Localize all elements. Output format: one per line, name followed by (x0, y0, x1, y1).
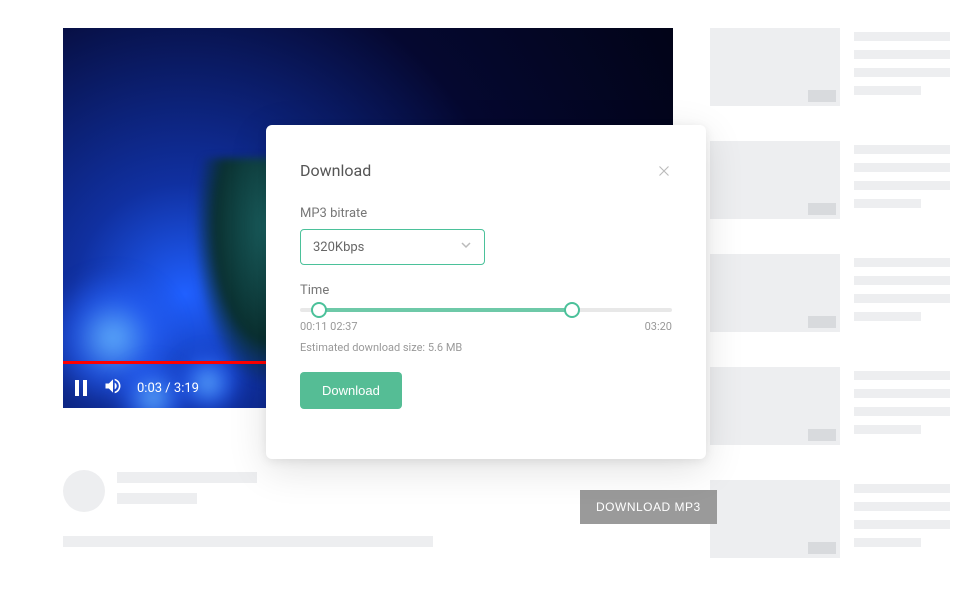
video-meta-skeleton (854, 254, 950, 332)
video-time-display: 0:03 / 3:19 (137, 381, 199, 396)
video-meta-skeleton (854, 28, 950, 106)
video-meta-skeleton (854, 367, 950, 445)
modal-title: Download (300, 161, 371, 180)
close-icon[interactable] (656, 163, 672, 179)
time-range-total: 03:20 (645, 320, 672, 333)
bitrate-label: MP3 bitrate (300, 206, 672, 221)
list-item[interactable] (710, 28, 950, 106)
video-thumbnail (710, 141, 840, 219)
duration-badge (808, 429, 836, 441)
list-item[interactable] (710, 367, 950, 445)
estimated-size: Estimated download size: 5.6 MB (300, 341, 672, 354)
bitrate-value: 320Kbps (313, 240, 364, 255)
pause-icon[interactable] (75, 380, 89, 396)
duration-badge (808, 316, 836, 328)
video-thumbnail (710, 254, 840, 332)
avatar[interactable] (63, 470, 105, 512)
time-label: Time (300, 283, 672, 298)
modal-header: Download (300, 161, 672, 180)
description-skeleton (63, 536, 433, 547)
bitrate-select[interactable]: 320Kbps (300, 229, 485, 265)
slider-fill (319, 308, 572, 312)
related-videos-sidebar (710, 28, 950, 558)
video-meta-skeleton (854, 141, 950, 219)
video-thumbnail (710, 28, 840, 106)
video-meta-skeleton (854, 480, 950, 558)
video-thumbnail (710, 480, 840, 558)
video-thumbnail (710, 367, 840, 445)
duration-badge (808, 203, 836, 215)
time-range-selected: 00:11 02:37 (300, 320, 358, 333)
list-item[interactable] (710, 480, 950, 558)
slider-handle-end[interactable] (564, 302, 580, 318)
download-button[interactable]: Download (300, 372, 402, 409)
duration-badge (808, 542, 836, 554)
channel-meta-skeleton (117, 470, 257, 504)
list-item[interactable] (710, 141, 950, 219)
download-mp3-button[interactable]: DOWNLOAD MP3 (580, 490, 717, 524)
duration-badge (808, 90, 836, 102)
chevron-down-icon (460, 239, 472, 255)
volume-icon[interactable] (103, 376, 123, 400)
time-range-slider[interactable] (300, 308, 672, 312)
time-range-labels: 00:11 02:37 03:20 (300, 320, 672, 333)
download-modal: Download MP3 bitrate 320Kbps Time 00:11 … (266, 125, 706, 459)
list-item[interactable] (710, 254, 950, 332)
slider-handle-start[interactable] (311, 302, 327, 318)
